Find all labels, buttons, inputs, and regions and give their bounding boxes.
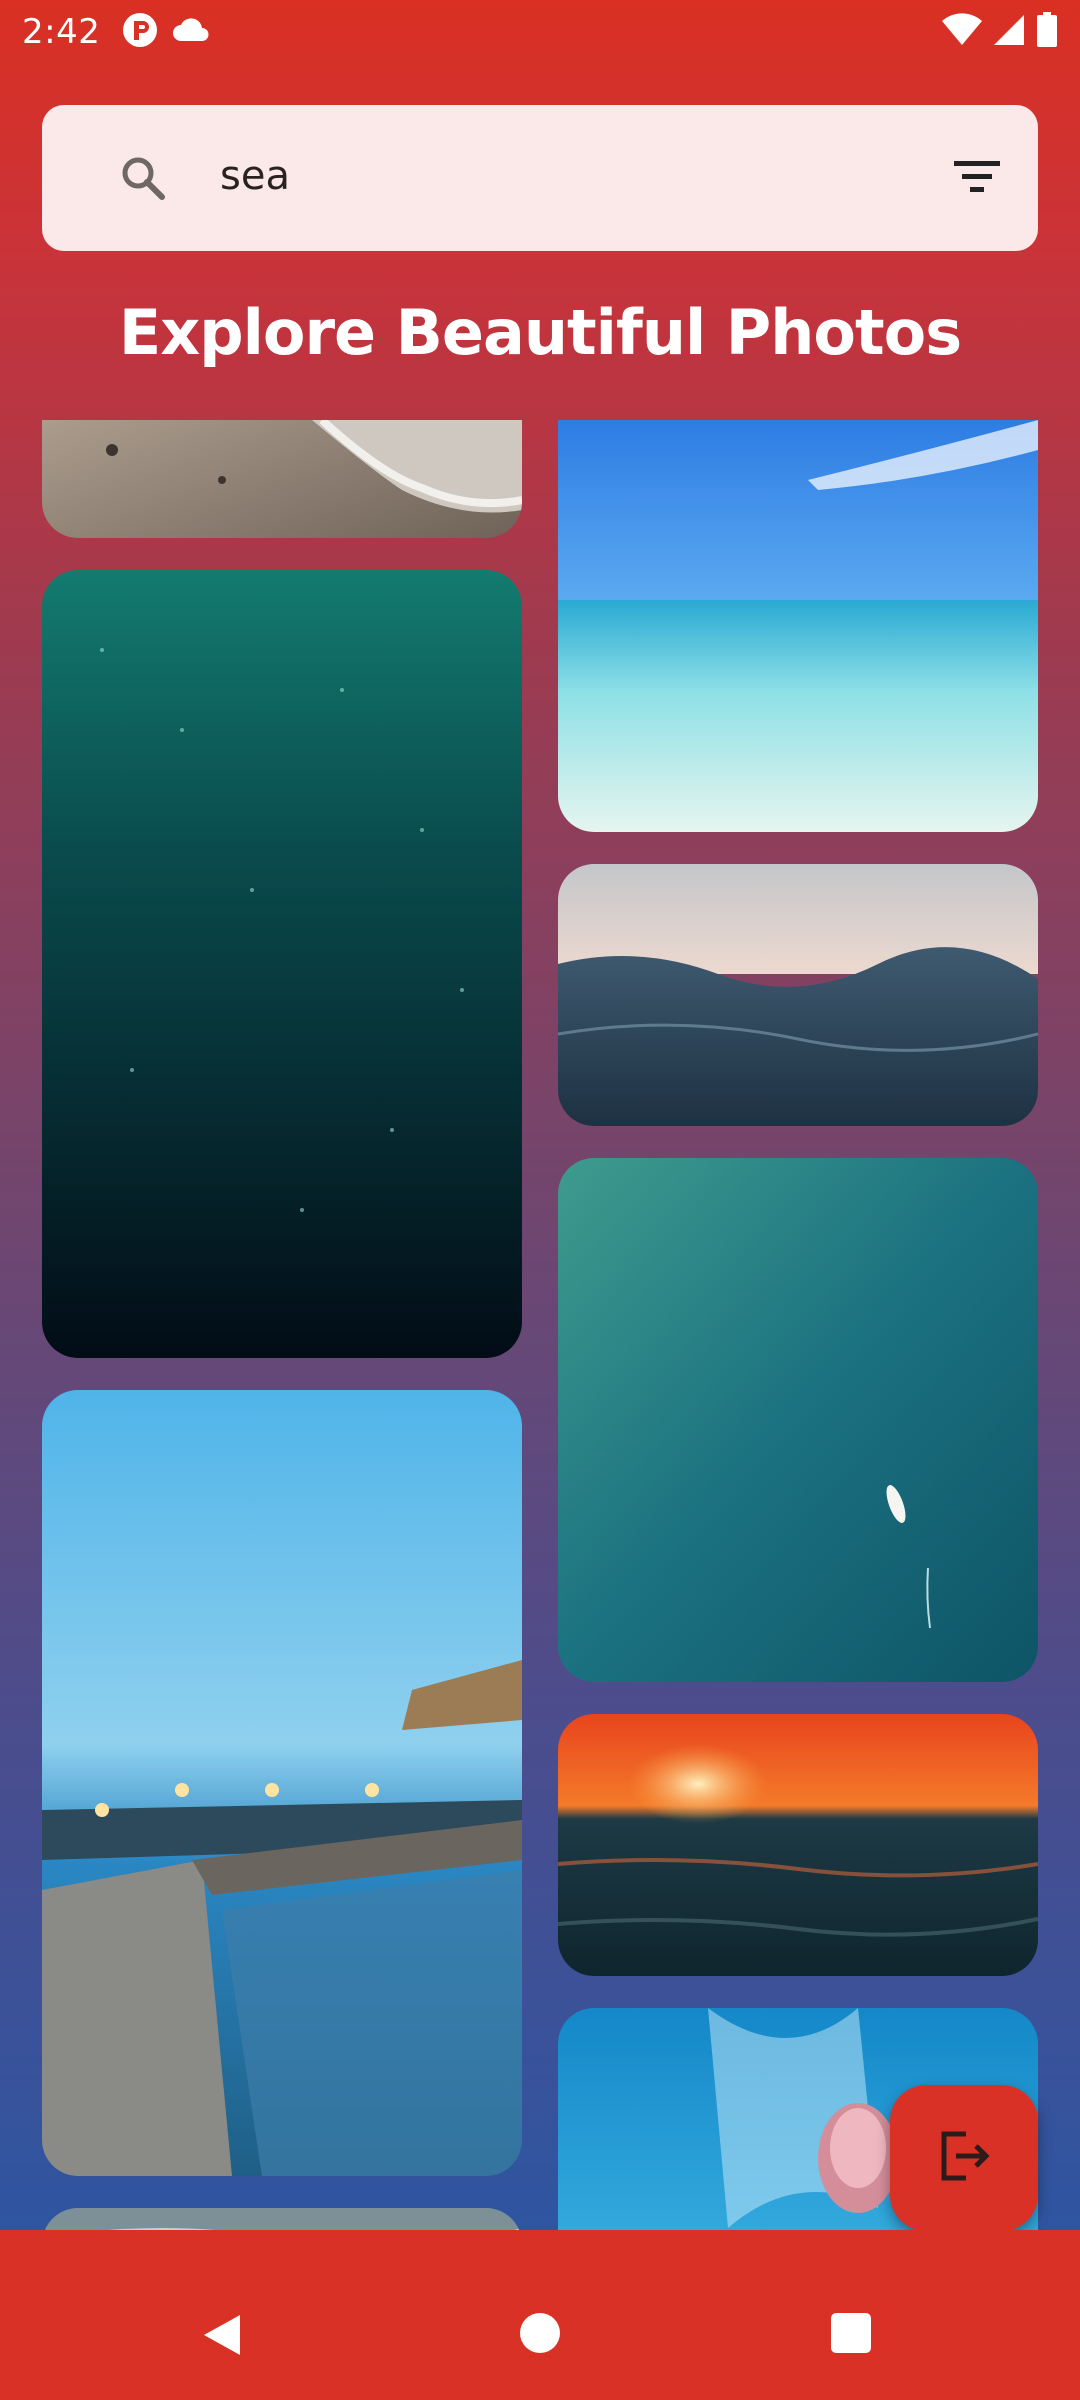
photo-card-underwater[interactable] (42, 570, 522, 1358)
status-left-icons (122, 12, 210, 53)
photo-grid (0, 420, 1080, 2230)
photo-card-waves[interactable] (558, 864, 1038, 1126)
search-icon[interactable] (118, 153, 168, 203)
page-title: Explore Beautiful Photos (118, 296, 962, 369)
app-notification-icon (122, 12, 158, 53)
photo-card-beach[interactable] (42, 420, 522, 538)
photo-card-aerial-boat[interactable] (558, 1158, 1038, 1682)
signal-icon (992, 13, 1026, 52)
wifi-icon (942, 13, 982, 52)
app-screen: 2:42 sea Explore Beautiful Photos (0, 0, 1080, 2230)
recents-icon[interactable] (831, 2313, 871, 2353)
back-icon[interactable] (200, 2313, 244, 2362)
cloud-icon (172, 17, 210, 48)
status-time: 2:42 (22, 12, 101, 52)
status-right-icons (942, 12, 1058, 53)
photo-card-turquoise-sea[interactable] (558, 420, 1038, 832)
home-icon[interactable] (520, 2313, 560, 2353)
search-bar[interactable]: sea (42, 105, 1038, 251)
logout-button[interactable] (890, 2085, 1038, 2230)
filter-icon[interactable] (952, 157, 1002, 197)
search-input[interactable]: sea (220, 153, 290, 199)
battery-icon (1036, 12, 1058, 53)
photo-card-sunset[interactable] (558, 1714, 1038, 1976)
logout-icon (934, 2126, 994, 2191)
photo-card-partial[interactable] (42, 2208, 522, 2230)
photo-card-pier[interactable] (42, 1390, 522, 2176)
navigation-bar (0, 2275, 1080, 2400)
status-bar: 2:42 (0, 0, 1080, 64)
